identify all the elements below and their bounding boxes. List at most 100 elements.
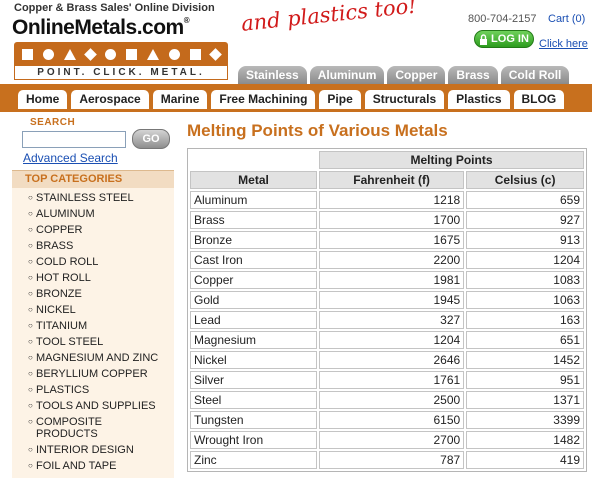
celsius-cell: 419 bbox=[466, 451, 584, 469]
lock-icon bbox=[480, 33, 488, 45]
bullet-icon: ○ bbox=[28, 273, 33, 282]
bullet-icon: ○ bbox=[28, 193, 33, 202]
fahrenheit-cell: 1761 bbox=[319, 371, 465, 389]
category-list: ○ STAINLESS STEEL ○ ALUMINUM ○ COPPER ○ BRAS… bbox=[12, 188, 174, 478]
category-item[interactable]: ○ BERYLLIUM COPPER bbox=[12, 368, 174, 380]
category-label: NICKEL bbox=[36, 304, 76, 316]
melting-points-table: Melting Points Metal Fahrenheit (f) Cels… bbox=[187, 148, 587, 472]
column-header-metal: Metal bbox=[190, 171, 317, 189]
bullet-icon: ○ bbox=[28, 337, 33, 346]
fahrenheit-cell: 1218 bbox=[319, 191, 465, 209]
category-item[interactable]: ○ COMPOSITE PRODUCTS bbox=[12, 416, 174, 440]
fahrenheit-cell: 1981 bbox=[319, 271, 465, 289]
celsius-cell: 1482 bbox=[466, 431, 584, 449]
logo-shapes bbox=[22, 47, 222, 61]
top-categories-header: TOP CATEGORIES bbox=[12, 170, 174, 188]
nav-free-machining[interactable]: Free Machining bbox=[211, 90, 316, 109]
logo-slogan: POINT. CLICK. METAL. bbox=[14, 65, 228, 80]
logo-banner[interactable]: POINT. CLICK. METAL. bbox=[14, 42, 228, 80]
metal-tabs: Stainless Aluminum Copper Brass Cold Rol… bbox=[238, 66, 570, 84]
tab-stainless[interactable]: Stainless bbox=[238, 66, 307, 84]
category-item[interactable]: ○ BRASS bbox=[12, 240, 174, 252]
advanced-search-link[interactable]: Advanced Search bbox=[23, 151, 118, 165]
search-input[interactable] bbox=[22, 131, 126, 148]
tab-copper[interactable]: Copper bbox=[387, 66, 446, 84]
category-item[interactable]: ○ FOIL AND TAPE bbox=[12, 460, 174, 472]
table-row: Silver 1761 951 bbox=[190, 371, 584, 389]
metal-cell: Nickel bbox=[190, 351, 317, 369]
table-row: Wrought Iron 2700 1482 bbox=[190, 431, 584, 449]
category-item[interactable]: ○ HOT ROLL bbox=[12, 272, 174, 284]
metal-cell: Wrought Iron bbox=[190, 431, 317, 449]
tab-cold-roll[interactable]: Cold Roll bbox=[500, 66, 570, 84]
celsius-cell: 651 bbox=[466, 331, 584, 349]
category-item[interactable]: ○ BRONZE bbox=[12, 288, 174, 300]
celsius-cell: 659 bbox=[466, 191, 584, 209]
plastics-slogan: and plastics too! bbox=[240, 0, 418, 36]
category-item[interactable]: ○ TITANIUM bbox=[12, 320, 174, 332]
help-link[interactable]: Click here bbox=[539, 38, 588, 50]
column-header-fahrenheit: Fahrenheit (f) bbox=[319, 171, 465, 189]
celsius-cell: 1063 bbox=[466, 291, 584, 309]
category-label: COLD ROLL bbox=[36, 256, 99, 268]
nav-aerospace[interactable]: Aerospace bbox=[71, 90, 149, 109]
metal-cell: Lead bbox=[190, 311, 317, 329]
fahrenheit-cell: 787 bbox=[319, 451, 465, 469]
table-row: Cast Iron 2200 1204 bbox=[190, 251, 584, 269]
circle-shape-icon bbox=[105, 48, 116, 60]
metal-cell: Copper bbox=[190, 271, 317, 289]
login-label: LOG IN bbox=[491, 33, 529, 45]
category-label: BRONZE bbox=[36, 288, 82, 300]
category-item[interactable]: ○ STAINLESS STEEL bbox=[12, 192, 174, 204]
nav-structurals[interactable]: Structurals bbox=[364, 90, 445, 109]
category-label: BRASS bbox=[36, 240, 74, 252]
bullet-icon: ○ bbox=[28, 321, 33, 330]
fahrenheit-cell: 6150 bbox=[319, 411, 465, 429]
category-item[interactable]: ○ NICKEL bbox=[12, 304, 174, 316]
nav-plastics[interactable]: Plastics bbox=[448, 90, 510, 109]
tab-brass[interactable]: Brass bbox=[448, 66, 498, 84]
table-row: Aluminum 1218 659 bbox=[190, 191, 584, 209]
category-label: HOT ROLL bbox=[36, 272, 91, 284]
category-label: TOOL STEEL bbox=[36, 336, 104, 348]
category-item[interactable]: ○ INTERIOR DESIGN bbox=[12, 444, 174, 456]
bullet-icon: ○ bbox=[28, 445, 33, 454]
category-label: FOIL AND TAPE bbox=[36, 460, 117, 472]
circle-shape-icon bbox=[169, 48, 180, 60]
circle-shape-icon bbox=[43, 48, 54, 60]
cart-link[interactable]: Cart (0) bbox=[548, 13, 585, 25]
category-item[interactable]: ○ COPPER bbox=[12, 224, 174, 236]
table-group-header-row: Melting Points bbox=[190, 151, 584, 169]
category-item[interactable]: ○ PLASTICS bbox=[12, 384, 174, 396]
category-label: TOOLS AND SUPPLIES bbox=[36, 400, 156, 412]
category-item[interactable]: ○ TOOLS AND SUPPLIES bbox=[12, 400, 174, 412]
tab-aluminum[interactable]: Aluminum bbox=[309, 66, 385, 84]
nav-home[interactable]: Home bbox=[18, 90, 68, 109]
category-item[interactable]: ○ TOOL STEEL bbox=[12, 336, 174, 348]
nav-pipe[interactable]: Pipe bbox=[319, 90, 361, 109]
table-row: Gold 1945 1063 bbox=[190, 291, 584, 309]
table-header-row: Metal Fahrenheit (f) Celsius (c) bbox=[190, 171, 584, 189]
celsius-cell: 1083 bbox=[466, 271, 584, 289]
bullet-icon: ○ bbox=[28, 209, 33, 218]
category-label: INTERIOR DESIGN bbox=[36, 444, 134, 456]
diamond-shape-icon bbox=[84, 47, 97, 61]
celsius-cell: 1371 bbox=[466, 391, 584, 409]
login-button[interactable]: LOG IN bbox=[474, 30, 534, 48]
celsius-cell: 951 bbox=[466, 371, 584, 389]
category-label: PLASTICS bbox=[36, 384, 90, 396]
bullet-icon: ○ bbox=[28, 353, 33, 362]
metal-cell: Zinc bbox=[190, 451, 317, 469]
table-row: Copper 1981 1083 bbox=[190, 271, 584, 289]
site-logo[interactable]: OnlineMetals.com® bbox=[12, 16, 190, 40]
nav-blog[interactable]: BLOG bbox=[513, 90, 565, 109]
category-item[interactable]: ○ COLD ROLL bbox=[12, 256, 174, 268]
fahrenheit-cell: 327 bbox=[319, 311, 465, 329]
celsius-cell: 927 bbox=[466, 211, 584, 229]
category-item[interactable]: ○ ALUMINUM bbox=[12, 208, 174, 220]
logo-text: OnlineMetals.com bbox=[12, 16, 184, 39]
nav-marine[interactable]: Marine bbox=[152, 90, 208, 109]
bullet-icon: ○ bbox=[28, 417, 33, 426]
go-button[interactable]: GO bbox=[132, 129, 170, 149]
category-item[interactable]: ○ MAGNESIUM AND ZINC bbox=[12, 352, 174, 364]
